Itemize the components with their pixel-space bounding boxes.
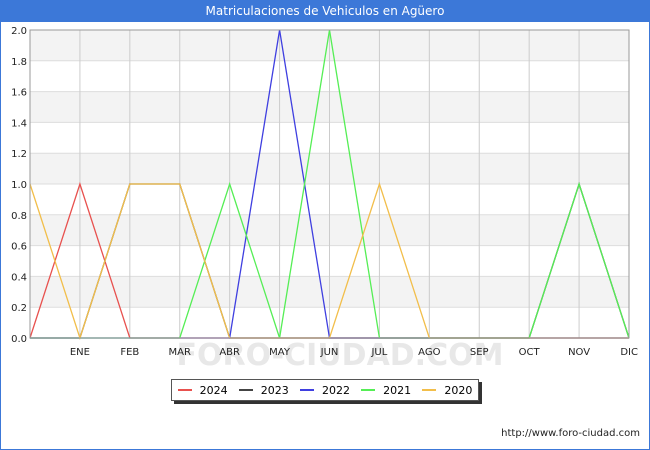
y-tick-label: 0.6 — [11, 242, 27, 253]
y-tick-label: 0.8 — [11, 211, 27, 222]
x-tick-label: MAR — [169, 347, 191, 358]
legend-item: 2021 — [361, 384, 411, 397]
legend-swatch — [361, 389, 376, 391]
legend-swatch — [422, 389, 437, 391]
x-tick-label: JUL — [370, 347, 387, 358]
y-tick-label: 0.0 — [11, 334, 27, 345]
y-tick-label: 1.0 — [11, 180, 27, 191]
legend: 2024 2023 2022 2021 2020 — [171, 379, 479, 401]
y-tick-label: 0.4 — [11, 272, 27, 283]
x-tick-label: ENE — [70, 347, 90, 358]
legend-item: 2024 — [177, 383, 228, 397]
x-tick-label: OCT — [519, 347, 541, 358]
legend-item: 2023 — [238, 383, 289, 397]
legend-label: 2020 — [444, 383, 473, 397]
x-tick-label: DIC — [620, 347, 638, 358]
y-tick-label: 0.2 — [11, 303, 27, 314]
legend-item: 2022 — [299, 383, 350, 397]
y-tick-label: 1.2 — [11, 149, 27, 160]
legend-item: 2020 — [422, 384, 472, 397]
legend-label: 2021 — [383, 383, 412, 397]
legend-label: 2022 — [321, 383, 350, 397]
source-url: http://www.foro-ciudad.com — [501, 428, 640, 439]
y-tick-label: 1.4 — [11, 118, 27, 129]
x-tick-label: AGO — [418, 347, 440, 358]
x-tick-label: NOV — [568, 347, 590, 358]
y-axis-ticks: 0.0 0.2 0.4 0.6 0.8 1.0 1.2 1.4 1.6 1.8 2.0 — [11, 26, 27, 345]
x-tick-label: MAY — [269, 347, 291, 358]
x-tick-label: ABR — [219, 347, 240, 358]
legend-label: 2024 — [199, 383, 228, 397]
legend-label: 2023 — [260, 383, 289, 397]
x-tick-label: JUN — [320, 347, 339, 358]
legend-swatch — [177, 389, 192, 391]
legend-swatch — [299, 389, 314, 391]
x-tick-label: FEB — [120, 347, 139, 358]
y-tick-label: 2.0 — [11, 26, 27, 37]
x-tick-label: SEP — [470, 347, 489, 358]
y-tick-label: 1.8 — [11, 57, 27, 68]
y-tick-label: 1.6 — [11, 88, 27, 99]
legend-swatch — [238, 389, 253, 391]
